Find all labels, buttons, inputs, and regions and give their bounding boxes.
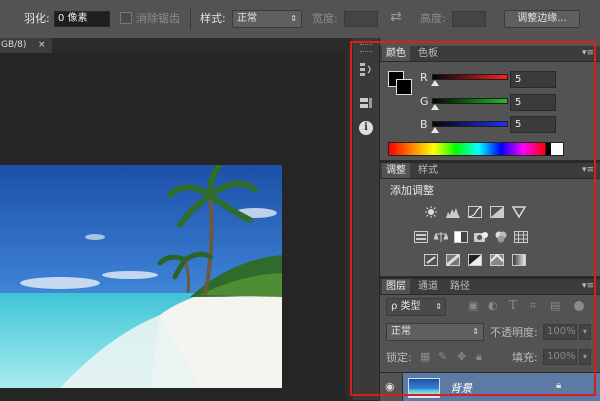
feather-label: 羽化: (24, 12, 50, 25)
swap-icon[interactable]: ⇄ (390, 9, 402, 25)
highlight-frame (350, 41, 596, 396)
beach-photo (0, 165, 282, 388)
divider (190, 8, 191, 30)
refine-edge-button[interactable]: 调整边缘... (504, 10, 580, 28)
tab-strip (52, 38, 350, 53)
feather-input[interactable]: 0 像素 (54, 11, 110, 27)
width-label: 宽度: (312, 12, 338, 25)
height-label: 高度: (420, 12, 446, 25)
height-input[interactable] (452, 11, 486, 27)
document-tab[interactable]: GB/8) × (0, 38, 52, 53)
antialias-checkbox[interactable] (120, 12, 132, 24)
antialias-label: 消除锯齿 (136, 12, 180, 25)
close-icon[interactable]: × (38, 38, 46, 53)
document-tab-title: GB/8) (1, 40, 27, 50)
width-input[interactable] (344, 11, 378, 27)
style-select-value: 正常 (237, 13, 257, 24)
options-bar: 羽化: 0 像素 消除锯齿 样式: 正常 ⇕ 宽度: ⇄ 高度: 调整边缘... (0, 0, 600, 39)
chevron-updown-icon: ⇕ (290, 14, 297, 23)
style-label: 样式: (200, 12, 226, 25)
style-select[interactable]: 正常 ⇕ (232, 10, 302, 28)
canvas-image (0, 165, 282, 388)
